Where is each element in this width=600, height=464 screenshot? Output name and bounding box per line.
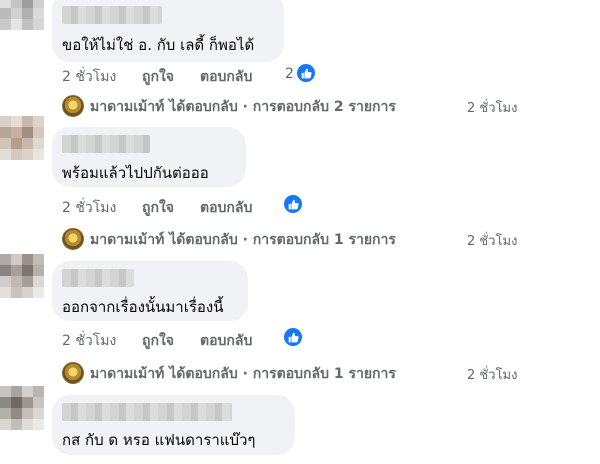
reply-summary: มาดามเม้าท์ ได้ตอบกลับ · การตอบกลับ 2 รา… <box>90 99 396 115</box>
comment-text: ขอให้ไม่ใช่ อ. กับ เลดี้ ก็พอได้ <box>62 36 255 54</box>
view-replies-link[interactable]: มาดามเม้าท์ ได้ตอบกลับ · การตอบกลับ 2 รา… <box>62 95 532 117</box>
reply-link[interactable]: ตอบกลับ <box>200 197 252 219</box>
replier-avatar <box>62 362 84 384</box>
replier-avatar <box>62 228 84 250</box>
replier-avatar <box>62 95 84 117</box>
comment-text: พร้อมแล้วไปปกันต่อออ <box>62 164 209 182</box>
comment-bubble: พร้อมแล้วไปปกันต่อออ <box>52 127 246 187</box>
comment-actions: 2 ชั่วโมง ถูกใจ ตอบกลับ 2 <box>62 66 322 86</box>
like-reaction-icon[interactable] <box>284 195 302 213</box>
reply-summary: มาดามเม้าท์ ได้ตอบกลับ · การตอบกลับ 1 รา… <box>90 366 396 382</box>
reply-time: 2 ชั่วโมง <box>467 368 518 383</box>
commenter-name-blurred[interactable] <box>62 403 232 421</box>
commenter-avatar[interactable] <box>0 386 44 430</box>
comment-text: กส กับ ด หรอ แฟนดาราแบ๊วๆ <box>62 431 256 449</box>
reaction-count[interactable]: 2 <box>285 66 294 82</box>
comment-time-link[interactable]: 2 ชั่วโมง <box>62 330 116 352</box>
like-link[interactable]: ถูกใจ <box>142 197 174 219</box>
commenter-name-blurred[interactable] <box>62 6 162 24</box>
comment-bubble: ออกจากเรื่องนั้นมาเรื่องนี้ <box>52 261 248 321</box>
comment-time-link[interactable]: 2 ชั่วโมง <box>62 197 116 219</box>
commenter-avatar[interactable] <box>0 116 44 160</box>
comment-actions: 2 ชั่วโมง ถูกใจ ตอบกลับ <box>62 197 282 217</box>
commenter-name-blurred[interactable] <box>62 269 134 287</box>
reply-link[interactable]: ตอบกลับ <box>200 66 252 88</box>
comment-actions: 2 ชั่วโมง ถูกใจ ตอบกลับ <box>62 330 282 350</box>
like-reaction-icon[interactable] <box>284 328 302 346</box>
comment-time-link[interactable]: 2 ชั่วโมง <box>62 66 116 88</box>
view-replies-link[interactable]: มาดามเม้าท์ ได้ตอบกลับ · การตอบกลับ 1 รา… <box>62 228 532 250</box>
reply-summary: มาดามเม้าท์ ได้ตอบกลับ · การตอบกลับ 1 รา… <box>90 232 396 248</box>
reply-link[interactable]: ตอบกลับ <box>200 330 252 352</box>
like-reaction-icon[interactable] <box>297 64 315 82</box>
reply-time: 2 ชั่วโมง <box>467 234 518 249</box>
commenter-avatar[interactable] <box>0 254 44 298</box>
view-replies-link[interactable]: มาดามเม้าท์ ได้ตอบกลับ · การตอบกลับ 1 รา… <box>62 362 532 384</box>
comment-bubble: ขอให้ไม่ใช่ อ. กับ เลดี้ ก็พอได้ <box>52 0 284 62</box>
comment-text: ออกจากเรื่องนั้นมาเรื่องนี้ <box>62 298 224 316</box>
like-link[interactable]: ถูกใจ <box>142 330 174 352</box>
reply-time: 2 ชั่วโมง <box>467 101 518 116</box>
like-link[interactable]: ถูกใจ <box>142 66 174 88</box>
comment-bubble: กส กับ ด หรอ แฟนดาราแบ๊วๆ <box>52 395 295 455</box>
commenter-avatar[interactable] <box>0 0 44 30</box>
commenter-name-blurred[interactable] <box>62 135 150 153</box>
